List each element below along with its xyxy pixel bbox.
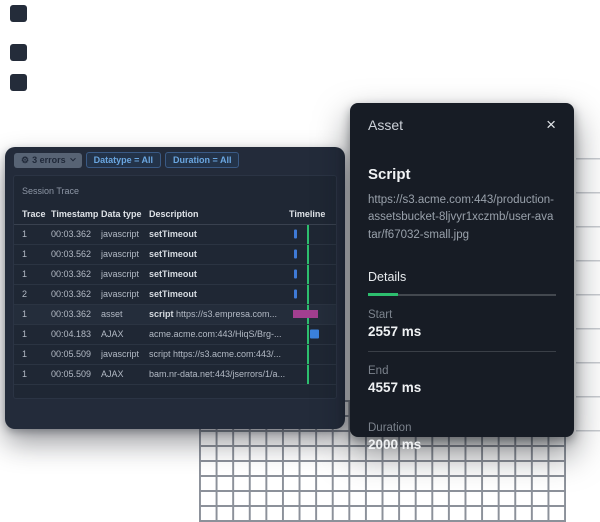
column-header: Description [149,204,289,224]
table-cell: 1 [14,304,51,324]
column-header: Data type [101,204,149,224]
filter-bar: ⚙ 3 errors Datatype = All Duration = All [5,147,345,168]
tab-rule [368,294,556,296]
field-duration: Duration 2000 ms [368,422,556,452]
close-button[interactable]: × [546,116,556,133]
description-cell: script https://s3.acme.com:443/... [149,344,289,364]
timeline-marker-tick [294,230,297,239]
description-cell: setTimeout [149,284,289,304]
datatype-filter-chip[interactable]: Datatype = All [86,152,161,168]
detail-tabs: Details [368,268,556,296]
description-cell: script https://s3.empresa.com... [149,304,289,324]
table-row[interactable]: 100:05.509AJAXbam.nr-data.net:443/jserro… [14,364,336,384]
field-start: Start 2557 ms [368,309,556,339]
table-cell: 00:05.509 [51,344,101,364]
description-cell: setTimeout [149,224,289,244]
table-cell: 1 [14,224,51,244]
table-cell: 1 [14,264,51,284]
background-grid-stubs [576,158,600,440]
panel-title: Asset [368,117,403,133]
asset-url: https://s3.acme.com:443/production-asset… [368,192,556,244]
errors-filter-label: 3 errors [32,156,66,165]
timeline-cell [289,224,336,244]
timeline-cell [289,364,336,384]
timeline-cell [289,324,336,344]
table-cell: 1 [14,364,51,384]
table-cell: 00:04.183 [51,324,101,344]
timeline-cell [289,344,336,364]
timeline-marker-tick [294,270,297,279]
description-cell: acme.acme.com:443/HiqS/Brg-... [149,324,289,344]
table-cell: javascript [101,244,149,264]
table-cell: 00:03.362 [51,224,101,244]
chevron-down-icon [70,156,76,162]
column-header: Trace [14,204,51,224]
table-cell: 2 [14,284,51,304]
table-cell: 00:03.362 [51,264,101,284]
table-cell: javascript [101,264,149,284]
table-cell: javascript [101,344,149,364]
timeline-cell [289,264,336,284]
errors-filter-button[interactable]: ⚙ 3 errors [14,153,82,168]
table-row[interactable]: 100:03.362assetscript https://s3.empresa… [14,304,336,324]
timeline-marker-tick [294,250,297,259]
active-tab-indicator [368,293,398,296]
table-cell: 00:03.362 [51,284,101,304]
table-cell: 1 [14,244,51,264]
column-header: Timeline [289,204,336,224]
decorative-square [10,44,27,61]
table-cell: 00:03.362 [51,304,101,324]
table-row[interactable]: 100:03.362javascriptsetTimeout [14,224,336,244]
field-end: End 4557 ms [368,365,556,395]
close-icon: × [546,115,556,134]
trace-table-header-row: TraceTimestampData typeDescriptionTimeli… [14,204,336,224]
table-cell: asset [101,304,149,324]
decorative-square [10,5,27,22]
table-row[interactable]: 100:03.562javascriptsetTimeout [14,244,336,264]
field-divider [368,351,556,352]
table-cell: AJAX [101,364,149,384]
field-label: End [368,365,556,377]
field-label: Duration [368,422,556,434]
timeline-marker-tick [294,290,297,299]
description-cell: setTimeout [149,244,289,264]
trace-table-body: 100:03.362javascriptsetTimeout100:03.562… [14,224,336,384]
timeline-marker-bar [293,310,318,318]
timeline-cell [289,284,336,304]
duration-filter-chip[interactable]: Duration = All [165,152,239,168]
table-row[interactable]: 100:03.362javascriptsetTimeout [14,264,336,284]
table-row[interactable]: 100:04.183AJAXacme.acme.com:443/HiqS/Brg… [14,324,336,344]
column-header: Timestamp [51,204,101,224]
decorative-square [10,74,27,91]
table-cell: 00:05.509 [51,364,101,384]
timeline-marker-square [310,330,319,339]
timeline-cell [289,244,336,264]
field-value: 2557 ms [368,324,556,339]
table-cell: javascript [101,284,149,304]
session-trace-panel: ⚙ 3 errors Datatype = All Duration = All… [5,147,345,429]
table-cell: 1 [14,344,51,364]
timeline-cell [289,304,336,324]
description-cell: setTimeout [149,264,289,284]
table-cell: 1 [14,324,51,344]
tab-details[interactable]: Details [368,270,406,284]
field-value: 4557 ms [368,380,556,395]
asset-type-heading: Script [368,166,556,183]
description-cell: bam.nr-data.net:443/jserrors/1/a... [149,364,289,384]
detail-header: Asset × [368,103,556,133]
section-title: Session Trace [14,176,336,196]
asset-detail-panel: Asset × Script https://s3.acme.com:443/p… [350,103,574,437]
table-cell: javascript [101,224,149,244]
session-trace-section: Session Trace TraceTimestampData typeDes… [13,175,337,399]
gear-icon: ⚙ [21,156,29,165]
table-row[interactable]: 200:03.362javascriptsetTimeout [14,284,336,304]
table-cell: AJAX [101,324,149,344]
table-cell: 00:03.562 [51,244,101,264]
trace-table: TraceTimestampData typeDescriptionTimeli… [14,204,336,385]
field-label: Start [368,309,556,321]
field-value: 2000 ms [368,437,556,452]
table-row[interactable]: 100:05.509javascriptscript https://s3.ac… [14,344,336,364]
